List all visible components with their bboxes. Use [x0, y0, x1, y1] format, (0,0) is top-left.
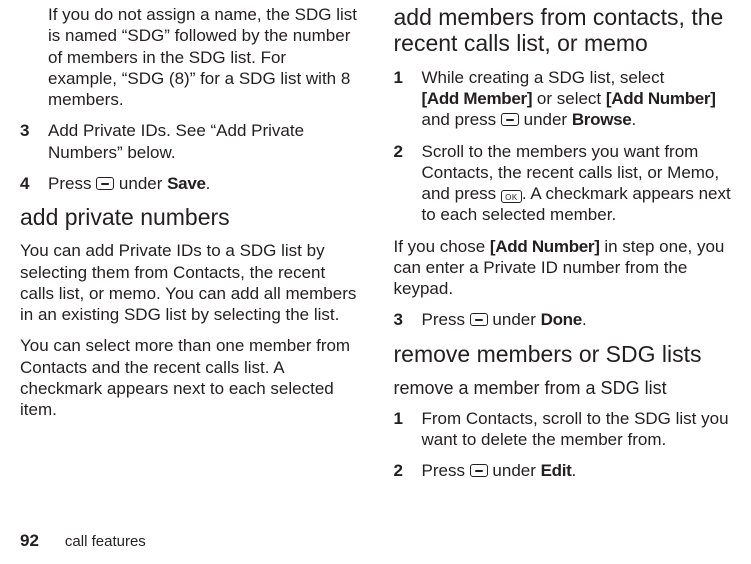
ok-key-icon: OK: [501, 190, 522, 203]
menu-label: Save: [167, 174, 206, 193]
step-number: 2: [394, 460, 422, 481]
step-text: Press under Done.: [422, 309, 732, 330]
text-fragment: under: [488, 461, 541, 480]
heading-add-members: add members from contacts, the recent ca…: [394, 4, 732, 57]
step-number: 1: [394, 408, 422, 451]
remove-step-2: 2 Press under Edit.: [394, 460, 732, 481]
text-fragment: under: [488, 310, 541, 329]
softkey-icon: [501, 113, 519, 126]
menu-label: [Add Number]: [606, 89, 716, 108]
step-text: Press under Edit.: [422, 460, 732, 481]
step-2: 2 Scroll to the members you want from Co…: [394, 141, 732, 226]
text-fragment: under: [114, 174, 167, 193]
step-3: 3 Add Private IDs. See “Add Private Numb…: [20, 120, 358, 163]
softkey-icon: [96, 177, 114, 190]
text-fragment: While creating a SDG list, select: [422, 68, 665, 87]
text-fragment: .: [206, 174, 211, 193]
step-text: Scroll to the members you want from Cont…: [422, 141, 732, 226]
step-3: 3 Press under Done.: [394, 309, 732, 330]
menu-label: [Add Number]: [490, 237, 600, 256]
text-fragment: and press: [422, 110, 501, 129]
heading-remove: remove members or SDG lists: [394, 341, 732, 367]
step-number: 2: [394, 141, 422, 226]
step-number: 3: [394, 309, 422, 330]
softkey-icon: [470, 313, 488, 326]
left-column: If you do not assign a name, the SDG lis…: [20, 4, 358, 491]
step-4: 4 Press under Save.: [20, 173, 358, 194]
text-fragment: .: [582, 310, 587, 329]
page-footer: 92 call features: [20, 530, 146, 552]
heading-add-private-numbers: add private numbers: [20, 204, 358, 230]
text-fragment: If you chose: [394, 237, 490, 256]
heading-remove-member: remove a member from a SDG list: [394, 377, 732, 400]
step-number: 4: [20, 173, 48, 194]
text-fragment: or select: [532, 89, 606, 108]
text-fragment: Press: [48, 174, 96, 193]
menu-label: Browse: [572, 110, 632, 129]
section-name: call features: [65, 533, 146, 552]
step-text: While creating a SDG list, select [Add M…: [422, 67, 732, 131]
page-body: If you do not assign a name, the SDG lis…: [0, 0, 751, 491]
text-fragment: .: [572, 461, 577, 480]
step-1: 1 While creating a SDG list, select [Add…: [394, 67, 732, 131]
step-text: From Contacts, scroll to the SDG list yo…: [422, 408, 732, 451]
remove-step-1: 1 From Contacts, scroll to the SDG list …: [394, 408, 732, 451]
paragraph: You can add Private IDs to a SDG list by…: [20, 240, 358, 325]
paragraph: If you chose [Add Number] in step one, y…: [394, 236, 732, 300]
step-text: Press under Save.: [48, 173, 358, 194]
sdg-autoname-note: If you do not assign a name, the SDG lis…: [20, 4, 358, 110]
page-number: 92: [20, 530, 39, 551]
menu-label: Edit: [541, 461, 572, 480]
text-fragment: Press: [422, 461, 470, 480]
softkey-icon: [470, 464, 488, 477]
text-fragment: under: [519, 110, 572, 129]
step-number: 3: [20, 120, 48, 163]
menu-label: [Add Member]: [422, 89, 533, 108]
menu-label: Done: [541, 310, 582, 329]
step-number: 1: [394, 67, 422, 131]
text-fragment: Press: [422, 310, 470, 329]
step-text: Add Private IDs. See “Add Private Number…: [48, 120, 358, 163]
right-column: add members from contacts, the recent ca…: [394, 4, 732, 491]
paragraph: You can select more than one member from…: [20, 335, 358, 420]
text-fragment: .: [631, 110, 636, 129]
